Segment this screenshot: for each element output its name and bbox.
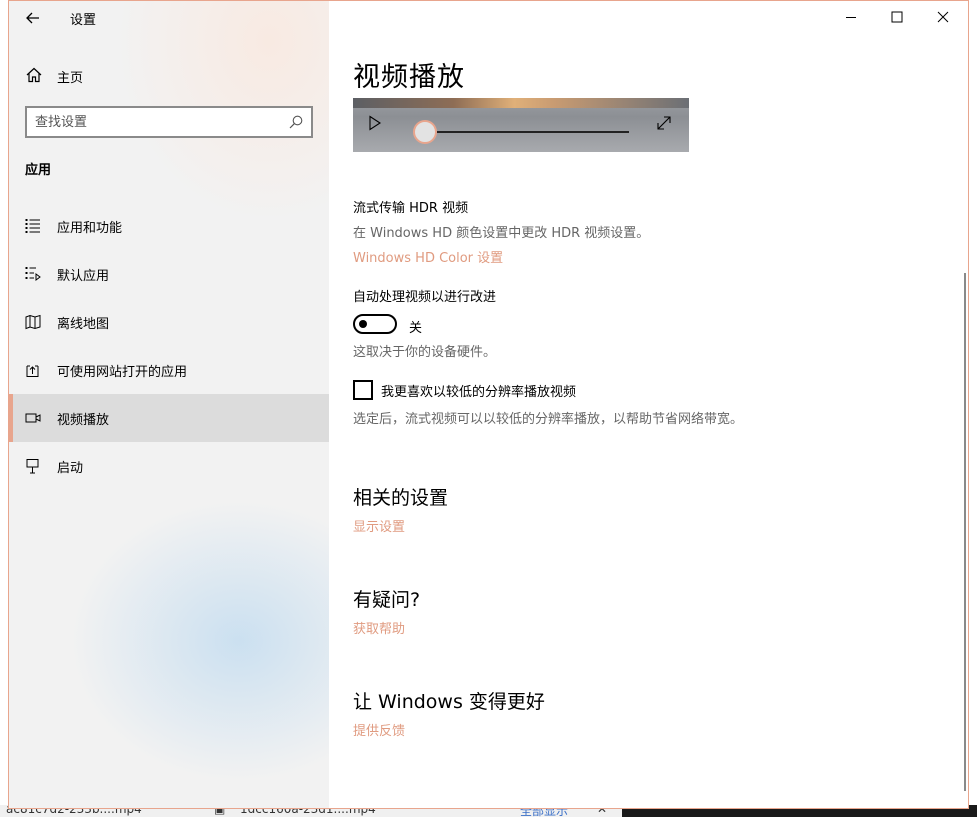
improve-windows-heading: 让 Windows 变得更好 — [353, 691, 545, 713]
startup-icon — [26, 459, 39, 474]
section-label: 应用 — [25, 163, 52, 178]
fullscreen-icon[interactable] — [655, 114, 673, 132]
display-settings-link[interactable]: 显示设置 — [353, 516, 405, 535]
sidebar-item-default-apps[interactable]: 默认应用 — [9, 250, 329, 298]
default-apps-icon — [25, 267, 41, 281]
back-arrow-icon — [26, 12, 39, 24]
sidebar-item-label: 视频播放 — [57, 413, 110, 428]
active-indicator — [9, 394, 13, 442]
play-icon[interactable] — [368, 115, 382, 131]
search-box[interactable] — [25, 106, 313, 138]
sidebar-item-video-playback[interactable]: 视频播放 — [9, 394, 329, 442]
video-frame — [353, 98, 689, 108]
hdr-title: 流式传输 HDR 视频 — [353, 201, 469, 216]
title-bar: 设置 — [9, 1, 329, 35]
low-res-checkbox[interactable] — [353, 380, 373, 400]
page-title: 视频播放 — [353, 62, 465, 93]
nav-home[interactable]: 主页 — [9, 57, 329, 93]
sidebar-item-offline-maps[interactable]: 离线地图 — [9, 298, 329, 346]
hdr-settings-link[interactable]: Windows HD Color 设置 — [353, 247, 503, 266]
questions-heading: 有疑问? — [353, 589, 421, 611]
video-seek-track[interactable] — [437, 131, 629, 133]
apps-for-websites-icon — [26, 365, 39, 377]
close-button[interactable] — [920, 1, 966, 33]
hdr-description: 在 Windows HD 颜色设置中更改 HDR 视频设置。 — [353, 226, 650, 241]
auto-process-title: 自动处理视频以进行改进 — [353, 290, 497, 305]
maximize-icon — [891, 11, 903, 23]
related-settings-heading: 相关的设置 — [353, 487, 449, 509]
sidebar-item-label: 可使用网站打开的应用 — [57, 365, 188, 380]
sidebar-item-apps-features[interactable]: 应用和功能 — [9, 202, 329, 250]
give-feedback-link[interactable]: 提供反馈 — [353, 720, 405, 739]
nav-home-label: 主页 — [57, 71, 84, 86]
sidebar-item-label: 应用和功能 — [57, 221, 123, 236]
nav-list: 应用和功能 默认应用 离线地图 可使用网站打开的应用 视频播放 启动 — [9, 202, 329, 490]
scrollbar[interactable] — [964, 273, 966, 791]
search-icon[interactable] — [288, 114, 304, 130]
offline-maps-icon — [25, 314, 41, 330]
sidebar-item-label: 默认应用 — [57, 269, 110, 284]
sidebar: 设置 主页 应用 应用和功能 — [9, 1, 329, 808]
video-playback-icon — [25, 413, 41, 423]
main-content: 视频播放 流式传输 HDR 视频 在 Windows HD 颜色设置中更改 HD… — [329, 1, 968, 808]
sidebar-item-label: 离线地图 — [57, 317, 110, 332]
toggle-knob — [359, 320, 367, 328]
home-icon — [26, 67, 42, 83]
app-title: 设置 — [70, 13, 97, 28]
sidebar-item-label: 启动 — [57, 461, 84, 476]
video-preview — [353, 98, 689, 152]
minimize-icon — [846, 17, 856, 18]
low-res-description: 选定后，流式视频可以以较低的分辨率播放，以帮助节省网络带宽。 — [353, 412, 744, 427]
sidebar-item-startup[interactable]: 启动 — [9, 442, 329, 490]
auto-process-note: 这取决于你的设备硬件。 — [353, 345, 497, 360]
video-seek-thumb[interactable] — [413, 120, 437, 144]
settings-window: 设置 主页 应用 应用和功能 — [8, 0, 969, 809]
maximize-button[interactable] — [874, 1, 920, 33]
apps-features-icon — [25, 219, 40, 233]
auto-process-toggle[interactable] — [353, 314, 397, 334]
toggle-state-label: 关 — [409, 321, 423, 336]
get-help-link[interactable]: 获取帮助 — [353, 618, 405, 637]
sidebar-item-apps-for-websites[interactable]: 可使用网站打开的应用 — [9, 346, 329, 394]
search-input[interactable] — [35, 112, 275, 132]
window-controls — [828, 1, 968, 33]
back-button[interactable] — [22, 7, 44, 29]
minimize-button[interactable] — [828, 1, 874, 33]
close-icon — [937, 11, 949, 23]
low-res-checkbox-label[interactable]: 我更喜欢以较低的分辨率播放视频 — [381, 381, 576, 400]
